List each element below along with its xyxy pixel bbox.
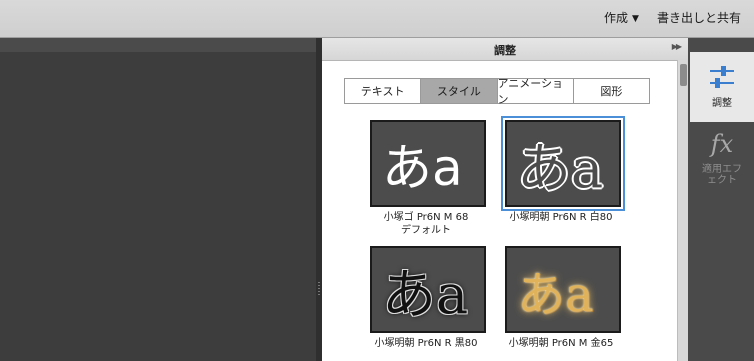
style-sample-text: あa — [517, 266, 594, 323]
export-label: 書き出しと共有 — [657, 11, 742, 25]
style-thumbnail[interactable]: あa — [370, 246, 486, 333]
sidebar-item-label: 調整 — [712, 98, 732, 109]
export-share-button[interactable]: 書き出しと共有 — [657, 10, 741, 26]
style-name: 小塚明朝 Pr6N R 白80 — [509, 212, 613, 223]
tab-animation[interactable]: アニメーション — [498, 77, 574, 106]
top-toolbar: 作成 ▼ 書き出しと共有 — [0, 0, 754, 38]
create-menu-button[interactable]: 作成 ▼ — [604, 10, 639, 28]
caret-down-icon: ▼ — [632, 14, 639, 24]
sliders-icon — [710, 66, 734, 88]
style-name-label: 小塚明朝 Pr6N M 金65 — [496, 337, 626, 350]
style-thumbnail-selected[interactable]: あa — [501, 116, 625, 211]
style-sample-text: あa — [382, 263, 469, 326]
style-sample-text: あa — [382, 138, 463, 197]
style-name: 小塚ゴ Pr6N M 68 — [383, 212, 469, 223]
panel-header: 調整 ▶▶ — [322, 38, 688, 61]
style-name-label: 小塚明朝 Pr6N R 黒80 — [361, 337, 491, 350]
style-name-label: 小塚明朝 Pr6N R 白80 — [496, 211, 626, 224]
style-name: 小塚明朝 Pr6N R 黒80 — [374, 338, 478, 349]
panel-title: 調整 — [494, 44, 516, 57]
fx-icon: fx — [710, 130, 734, 158]
adjust-panel: 調整 ▶▶ テキスト スタイル アニメーション 図形 あa 小塚ゴ Pr6N M… — [322, 38, 689, 361]
style-thumbnail[interactable]: あa — [370, 120, 486, 207]
style-thumbnail[interactable]: あa — [505, 246, 621, 333]
sidebar-item-label: 適用エフェクト — [702, 164, 742, 186]
sidebar-item-applied-effects[interactable]: fx 適用エフェクト — [690, 128, 754, 198]
tab-style[interactable]: スタイル — [421, 79, 498, 103]
style-name-label: 小塚ゴ Pr6N M 68 デフォルト — [361, 211, 491, 237]
style-default-label: デフォルト — [401, 225, 451, 236]
splitter-grip-icon[interactable] — [318, 282, 320, 296]
tab-text[interactable]: テキスト — [345, 79, 422, 103]
style-name: 小塚明朝 Pr6N M 金65 — [508, 338, 614, 349]
style-sample-text: あa — [517, 137, 604, 200]
timeline-strip — [0, 38, 322, 52]
tab-shape[interactable]: 図形 — [574, 79, 649, 103]
sidebar-item-adjust[interactable]: 調整 — [690, 52, 754, 122]
preview-canvas — [0, 52, 316, 361]
double-chevron-right-icon[interactable]: ▶▶ — [672, 42, 682, 51]
right-tool-strip: 調整 fx 適用エフェクト — [688, 38, 754, 361]
title-tabs: テキスト スタイル アニメーション 図形 — [344, 77, 650, 106]
create-label: 作成 — [604, 11, 629, 25]
scrollbar-thumb[interactable] — [680, 64, 687, 86]
